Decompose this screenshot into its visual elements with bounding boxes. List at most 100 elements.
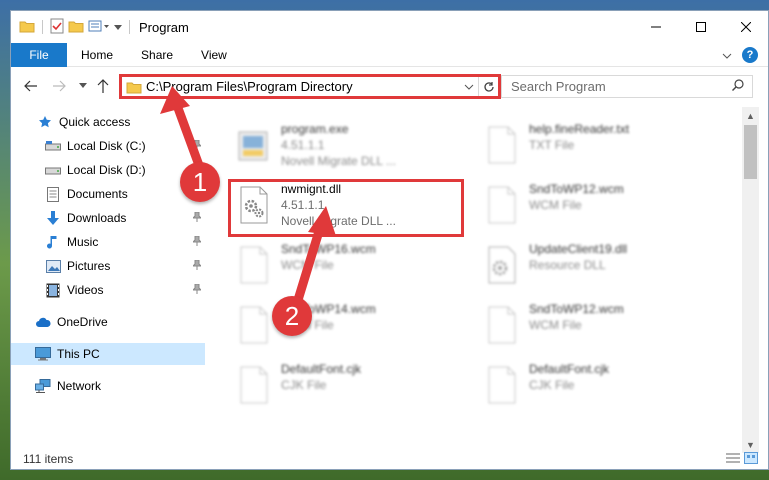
file-item-defaultfont-cjk[interactable]: DefaultFont.cjk CJK File: [479, 357, 719, 413]
file-item-updateclient19-dll[interactable]: UpdateClient19.dll Resource DLL: [479, 237, 719, 293]
window-title: Program: [139, 19, 189, 35]
minimize-button[interactable]: [633, 11, 678, 43]
drive-icon: [45, 162, 61, 178]
address-path: C:\Program Files\Program Directory: [146, 79, 353, 94]
pin-icon: [191, 211, 203, 225]
maximize-button[interactable]: [678, 11, 723, 43]
star-icon: [37, 114, 53, 130]
sidebar-item-label: Pictures: [67, 259, 111, 273]
sidebar-item-music[interactable]: Music: [11, 231, 205, 253]
item-count: 111 items: [23, 452, 74, 466]
pin-icon: [191, 283, 203, 297]
customize-qat-icon[interactable]: [88, 19, 110, 36]
view-buttons: [726, 451, 758, 467]
file-type: CJK File: [281, 378, 327, 392]
sidebar-item-local-disk-c[interactable]: Local Disk (C:): [11, 135, 205, 157]
quick-access-toolbar: [19, 18, 133, 37]
file-version: 4.51.1.1: [281, 138, 325, 152]
sidebar-item-label: Quick access: [59, 115, 131, 129]
sidebar-item-downloads[interactable]: Downloads: [11, 207, 205, 229]
sidebar-item-this-pc[interactable]: This PC: [11, 343, 205, 365]
address-dropdown-icon[interactable]: [460, 77, 478, 96]
refresh-icon[interactable]: [478, 77, 498, 96]
videos-icon: [45, 282, 61, 298]
file-item-sndtowp12-wcm[interactable]: SndToWP12.wcm WCM File: [479, 297, 719, 353]
tab-home[interactable]: Home: [67, 43, 127, 67]
file-name: DefaultFont.cjk: [529, 362, 610, 376]
expand-ribbon-icon[interactable]: [722, 48, 732, 62]
sidebar-item-label: Music: [67, 235, 99, 249]
sidebar-item-videos[interactable]: Videos: [11, 279, 205, 301]
file-name: UpdateClient19.dll: [529, 242, 628, 256]
file-name: SndToWP12.wcm: [529, 182, 624, 196]
drive-icon: [45, 138, 61, 154]
forward-button[interactable]: [49, 76, 69, 96]
file-highlight-box: [228, 179, 464, 237]
file-name: DefaultFont.cjk: [281, 362, 362, 376]
sidebar-item-label: Local Disk (C:): [67, 139, 146, 153]
search-icon: [732, 79, 744, 94]
window-controls: [633, 11, 768, 43]
pictures-icon: [45, 258, 61, 274]
sidebar-item-label: Local Disk (D:): [67, 163, 146, 177]
close-button[interactable]: [723, 11, 768, 43]
search-input[interactable]: Search Program: [501, 75, 753, 98]
generic-file-icon: [231, 237, 277, 293]
file-item-sndtowp16-wcm[interactable]: SndToWP16.wcm WCM File: [231, 237, 471, 293]
file-type: TXT File: [529, 138, 575, 152]
scroll-thumb[interactable]: [744, 125, 757, 179]
generic-file-icon: [231, 297, 277, 353]
file-type: WCM File: [529, 318, 582, 332]
qat-dropdown-icon[interactable]: [114, 20, 122, 34]
tab-share[interactable]: Share: [127, 43, 187, 67]
ribbon-right: ?: [722, 46, 758, 63]
properties-icon[interactable]: [50, 18, 64, 37]
pin-icon: [191, 139, 203, 153]
title-bar: Program: [11, 11, 768, 43]
back-button[interactable]: [21, 76, 41, 96]
file-type: WCM File: [529, 198, 582, 212]
file-item-sndtowp12-wcm[interactable]: SndToWP12.wcm WCM File: [479, 177, 719, 233]
dll-file-icon: [479, 237, 525, 293]
sidebar-item-local-disk-d[interactable]: Local Disk (D:): [11, 159, 205, 181]
tab-view[interactable]: View: [187, 43, 241, 67]
recent-locations-button[interactable]: [73, 76, 93, 96]
scroll-up-icon[interactable]: ▲: [742, 107, 759, 124]
generic-file-icon: [231, 357, 277, 413]
tiles-view-icon[interactable]: [744, 451, 758, 467]
help-icon[interactable]: ?: [742, 46, 758, 63]
file-item-defaultfont-cjk[interactable]: DefaultFont.cjk CJK File: [231, 357, 471, 413]
sidebar-item-label: Network: [57, 379, 102, 393]
sidebar-item-label: Documents: [67, 187, 128, 201]
tab-file[interactable]: File: [11, 42, 67, 67]
details-view-icon[interactable]: [726, 452, 740, 467]
vertical-scrollbar[interactable]: ▲ ▼: [742, 107, 759, 453]
file-list: program.exe 4.51.1.1 Novell Migrate DLL …: [207, 107, 742, 447]
sidebar-item-label: Downloads: [67, 211, 127, 225]
folder-icon: [126, 80, 142, 94]
sidebar-item-pictures[interactable]: Pictures: [11, 255, 205, 277]
file-item-help-finereader-txt[interactable]: help.fineReader.txt TXT File: [479, 117, 719, 173]
sidebar-item-documents[interactable]: Documents: [11, 183, 205, 205]
file-name: help.fineReader.txt: [529, 122, 630, 136]
file-type: WCM File: [281, 258, 334, 272]
explorer-window: Program File Home Share View ? C:\Progra…: [10, 10, 769, 470]
address-bar[interactable]: C:\Program Files\Program Directory: [119, 74, 501, 99]
generic-file-icon: [479, 357, 525, 413]
sidebar-item-quick-access[interactable]: Quick access: [11, 111, 205, 133]
up-button[interactable]: [93, 76, 113, 96]
file-type: Resource DLL: [529, 258, 606, 272]
sidebar-item-onedrive[interactable]: OneDrive: [11, 311, 205, 333]
qat-separator: [42, 20, 43, 34]
qat-separator: [129, 20, 130, 34]
music-icon: [45, 234, 61, 250]
sidebar-item-network[interactable]: Network: [11, 375, 205, 397]
cloud-icon: [35, 314, 51, 330]
folder-icon: [19, 19, 35, 36]
new-folder-icon[interactable]: [68, 19, 84, 36]
file-item-sndtowp14-wcm[interactable]: SndToWP14.wcm WCM File: [231, 297, 471, 353]
sidebar-item-label: This PC: [57, 347, 100, 361]
file-item-program-exe[interactable]: program.exe 4.51.1.1 Novell Migrate DLL …: [231, 117, 471, 173]
file-name: program.exe: [281, 122, 349, 136]
pin-icon: [191, 235, 203, 249]
